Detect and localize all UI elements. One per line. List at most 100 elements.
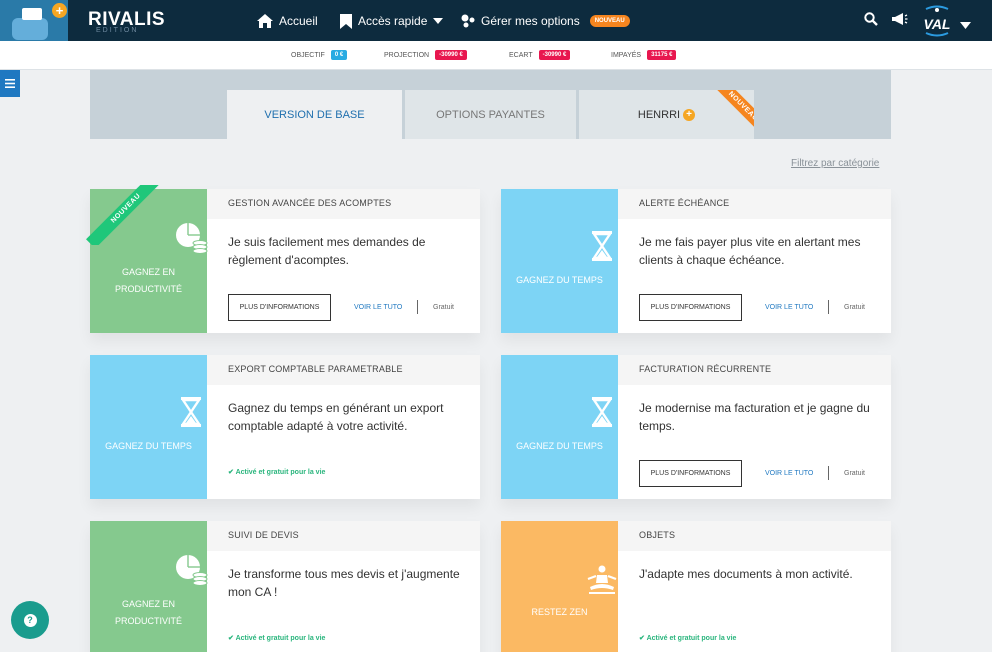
nav-home[interactable]: Accueil (257, 12, 318, 30)
stat-objective: OBJECTIF 0 € (291, 50, 348, 60)
user-initials: VAL (923, 16, 951, 32)
card-description: J'adapte mes documents à mon activité. (639, 567, 853, 581)
nav-manage-options[interactable]: Gérer mes options NOUVEAU (461, 12, 630, 30)
new-badge: NOUVEAU (589, 15, 630, 27)
stat-value: -30990 € (538, 50, 571, 60)
tab-label: VERSION DE BASE (264, 108, 365, 121)
tab-label: HENRRI (637, 108, 681, 121)
active-status: ✔ Activé et gratuit pour la vie (639, 634, 736, 642)
option-card: GAGNEZ EN PRODUCTIVITÉ NOUVEAU GESTION AVAN… (86, 185, 480, 333)
view-tutorial-link[interactable]: VOIR LE TUTO (765, 470, 813, 477)
card-description: Je me fais payer plus vite en alertant m… (639, 235, 861, 267)
stat-gap: ECART -30990 € (509, 50, 571, 60)
divider (417, 300, 418, 314)
options-icon (461, 14, 475, 28)
card-category-line: GAGNEZ EN (121, 267, 175, 277)
stat-projection: PROJECTION -30990 € (384, 50, 467, 60)
robot-mascot-icon[interactable]: + (0, 0, 68, 41)
card-category-panel: RESTEZ ZEN (501, 521, 618, 652)
user-menu-caret-icon[interactable] (960, 16, 971, 34)
ribbon-label: NOUVEAU (86, 185, 166, 245)
more-info-button[interactable]: PLUS D'INFORMATIONS (228, 294, 331, 321)
option-card: GAGNEZ DU TEMPS ALERTE ÉCHÉANCE Je me fais… (501, 189, 891, 333)
card-category-line: GAGNEZ DU TEMPS (105, 441, 192, 451)
card-title: EXPORT COMPTABLE PARAMETRABLE (207, 355, 480, 385)
check-icon: ✔ (228, 635, 236, 642)
home-icon (257, 14, 273, 28)
bookmark-icon (340, 13, 352, 29)
hamburger-icon (5, 79, 15, 88)
card-title: FACTURATION RÉCURRENTE (618, 355, 891, 385)
card-category-line: GAGNEZ DU TEMPS (516, 441, 603, 451)
card-category-label: RESTEZ ZEN (501, 604, 618, 621)
search-icon[interactable] (864, 12, 878, 31)
stat-value: -30990 € (435, 50, 467, 60)
tab-paid-options[interactable]: OPTIONS PAYANTES (405, 90, 576, 139)
card-category-panel: GAGNEZ DU TEMPS (90, 355, 207, 499)
active-status: ✔ Activé et gratuit pour la vie (228, 468, 325, 476)
card-title: OBJETS (618, 521, 891, 551)
option-card: GAGNEZ DU TEMPS FACTURATION RÉCURRENTE Je … (501, 355, 891, 499)
option-card: GAGNEZ DU TEMPS EXPORT COMPTABLE PARAMETR… (90, 355, 480, 499)
card-category-label: GAGNEZ EN PRODUCTIVITÉ (90, 596, 207, 630)
card-category-line: RESTEZ ZEN (531, 607, 588, 617)
sidebar-toggle-button[interactable] (0, 70, 20, 97)
card-category-label: GAGNEZ DU TEMPS (501, 272, 618, 289)
ribbon-label: NOUVEAU (713, 90, 754, 130)
option-card: RESTEZ ZEN OBJETS J'adapte mes documents à… (501, 521, 891, 652)
card-category-panel: GAGNEZ DU TEMPS (501, 189, 618, 333)
plus-icon: + (683, 108, 696, 121)
view-tutorial-link[interactable]: VOIR LE TUTO (354, 304, 402, 311)
stats-bar: OBJECTIF 0 € PROJECTION -30990 € ECART -… (0, 41, 992, 70)
option-card: GAGNEZ EN PRODUCTIVITÉ SUIVI DE DEVIS Je tr… (90, 521, 480, 652)
card-description: Je suis facilement mes demandes de règle… (228, 235, 426, 267)
card-category-panel: GAGNEZ DU TEMPS (501, 355, 618, 499)
active-status-label: Activé et gratuit pour la vie (235, 469, 326, 476)
nav-manage-options-label: Gérer mes options (481, 14, 580, 28)
active-status: ✔ Activé et gratuit pour la vie (228, 634, 325, 642)
stat-label: PROJECTION (384, 51, 430, 59)
active-status-label: Activé et gratuit pour la vie (646, 635, 737, 642)
card-category-label: GAGNEZ DU TEMPS (501, 438, 618, 455)
tab-base-version[interactable]: VERSION DE BASE (227, 90, 402, 139)
divider (828, 300, 829, 314)
view-tutorial-link[interactable]: VOIR LE TUTO (765, 304, 813, 311)
price-label: Gratuit (844, 470, 866, 477)
price-label: Gratuit (844, 304, 866, 311)
caret-down-icon (433, 18, 444, 24)
help-button[interactable]: ? (11, 601, 49, 639)
card-category-line: PRODUCTIVITÉ (114, 284, 182, 294)
tab-label: OPTIONS PAYANTES (436, 108, 545, 121)
top-navbar: + RIVALIS EDITION Accueil Accès rapide G… (0, 0, 992, 41)
user-avatar[interactable]: VAL (920, 5, 954, 37)
more-info-button[interactable]: PLUS D'INFORMATIONS (639, 460, 742, 487)
card-description: Gagnez du temps en générant un export co… (228, 401, 444, 433)
stat-value: 31175 € (647, 50, 677, 60)
divider (828, 466, 829, 480)
nav-quick-access[interactable]: Accès rapide (340, 12, 444, 30)
new-ribbon: NOUVEAU (84, 185, 176, 245)
nav-home-label: Accueil (279, 14, 318, 28)
card-category-label: GAGNEZ DU TEMPS (90, 438, 207, 455)
new-ribbon: NOUVEAU (704, 90, 754, 130)
nav-quick-access-label: Accès rapide (358, 14, 428, 28)
active-status-label: Activé et gratuit pour la vie (235, 635, 326, 642)
card-category-panel: GAGNEZ EN PRODUCTIVITÉ (90, 521, 208, 652)
card-category-line: GAGNEZ DU TEMPS (516, 275, 603, 285)
stat-label: OBJECTIF (291, 51, 325, 59)
card-title: GESTION AVANCÉE DES ACOMPTES (207, 189, 480, 219)
card-description: Je transforme tous mes devis et j'augmen… (228, 567, 460, 599)
card-category-label: GAGNEZ EN PRODUCTIVITÉ (90, 264, 207, 298)
price-label: Gratuit (433, 304, 455, 311)
stat-unpaid: IMPAYÉS 31175 € (611, 50, 677, 60)
check-icon: ✔ (228, 469, 236, 476)
megaphone-icon[interactable] (891, 12, 908, 31)
filter-by-category-link[interactable]: Filtrez par catégorie (791, 158, 879, 169)
stat-label: ECART (509, 51, 533, 59)
question-icon: ? (23, 613, 37, 627)
stat-value: 0 € (330, 50, 348, 60)
more-info-button[interactable]: PLUS D'INFORMATIONS (639, 294, 742, 321)
card-category-line: GAGNEZ EN (121, 599, 175, 609)
check-icon: ✔ (639, 635, 647, 642)
card-category-line: PRODUCTIVITÉ (114, 616, 182, 626)
